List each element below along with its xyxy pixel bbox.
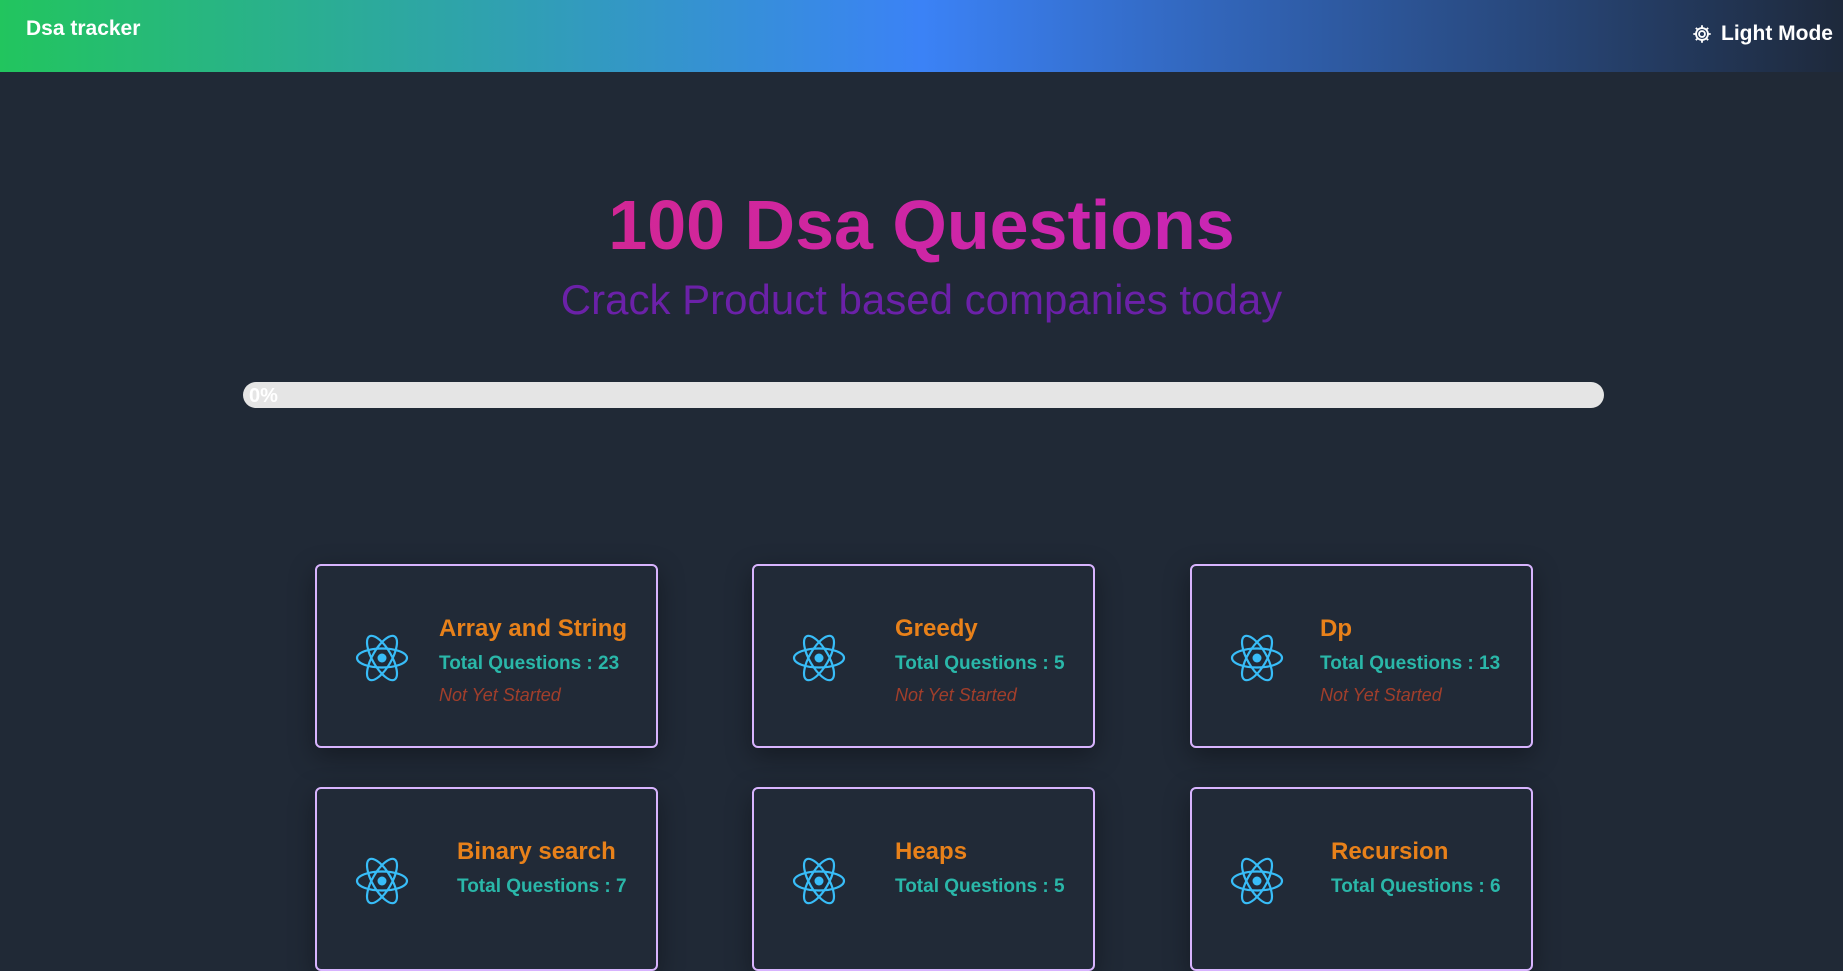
react-atom-icon [1230,634,1284,682]
topic-title: Array and String [439,615,628,642]
topic-card-body: Recursion Total Questions : 6 [1331,837,1501,900]
react-atom-icon [1230,857,1284,905]
topic-title: Recursion [1331,838,1449,865]
topic-status: Not Yet Started [1320,685,1442,705]
react-atom-icon [355,634,409,682]
topic-title: Heaps [895,838,968,865]
topic-card-body: Binary search Total Questions : 7 [457,837,627,900]
gear-icon [1693,25,1711,43]
topic-title: Greedy [895,615,978,642]
topic-card-array-and-string[interactable]: Array and String Total Questions : 23 No… [315,564,658,748]
topic-card-dp[interactable]: Dp Total Questions : 13 Not Yet Started [1190,564,1533,748]
topic-question-count: Total Questions : 6 [1331,876,1501,897]
brand-title[interactable]: Dsa tracker [26,17,140,41]
react-atom-icon [355,857,409,905]
page-title-text: 100 Dsa Questions [608,186,1235,264]
topic-title: Dp [1320,615,1352,642]
topic-status: Not Yet Started [895,685,1017,705]
topic-status: Not Yet Started [439,685,561,705]
progress-label: 0% [249,385,278,407]
topic-card-body: Heaps Total Questions : 5 [895,837,1065,900]
topic-card-body: Array and String Total Questions : 23 No… [439,614,627,707]
topic-question-count: Total Questions : 5 [895,876,1065,897]
topic-question-count: Total Questions : 5 [895,653,1065,674]
theme-toggle-label: Light Mode [1721,22,1833,45]
react-atom-icon [792,857,846,905]
topic-question-count: Total Questions : 13 [1320,653,1501,674]
topic-question-count: Total Questions : 23 [439,653,620,674]
topic-card-body: Dp Total Questions : 13 Not Yet Started [1320,614,1500,707]
react-atom-icon [792,634,846,682]
topic-card-greedy[interactable]: Greedy Total Questions : 5 Not Yet Start… [752,564,1095,748]
navbar: Dsa tracker Light Mode [0,0,1843,72]
topic-question-count: Total Questions : 7 [457,876,627,897]
page-title: 100 Dsa Questions [0,183,1843,267]
page-subtitle: Crack Product based companies today [560,276,1283,323]
topic-card-binary-search[interactable]: Binary search Total Questions : 7 [315,787,658,971]
topic-card-body: Greedy Total Questions : 5 Not Yet Start… [895,614,1065,707]
topic-title: Binary search [457,838,616,865]
theme-toggle-button[interactable]: Light Mode [1691,20,1833,48]
progress-bar: 0% [243,382,1604,408]
topic-card-heaps[interactable]: Heaps Total Questions : 5 [752,787,1095,971]
topic-card-recursion[interactable]: Recursion Total Questions : 6 [1190,787,1533,971]
